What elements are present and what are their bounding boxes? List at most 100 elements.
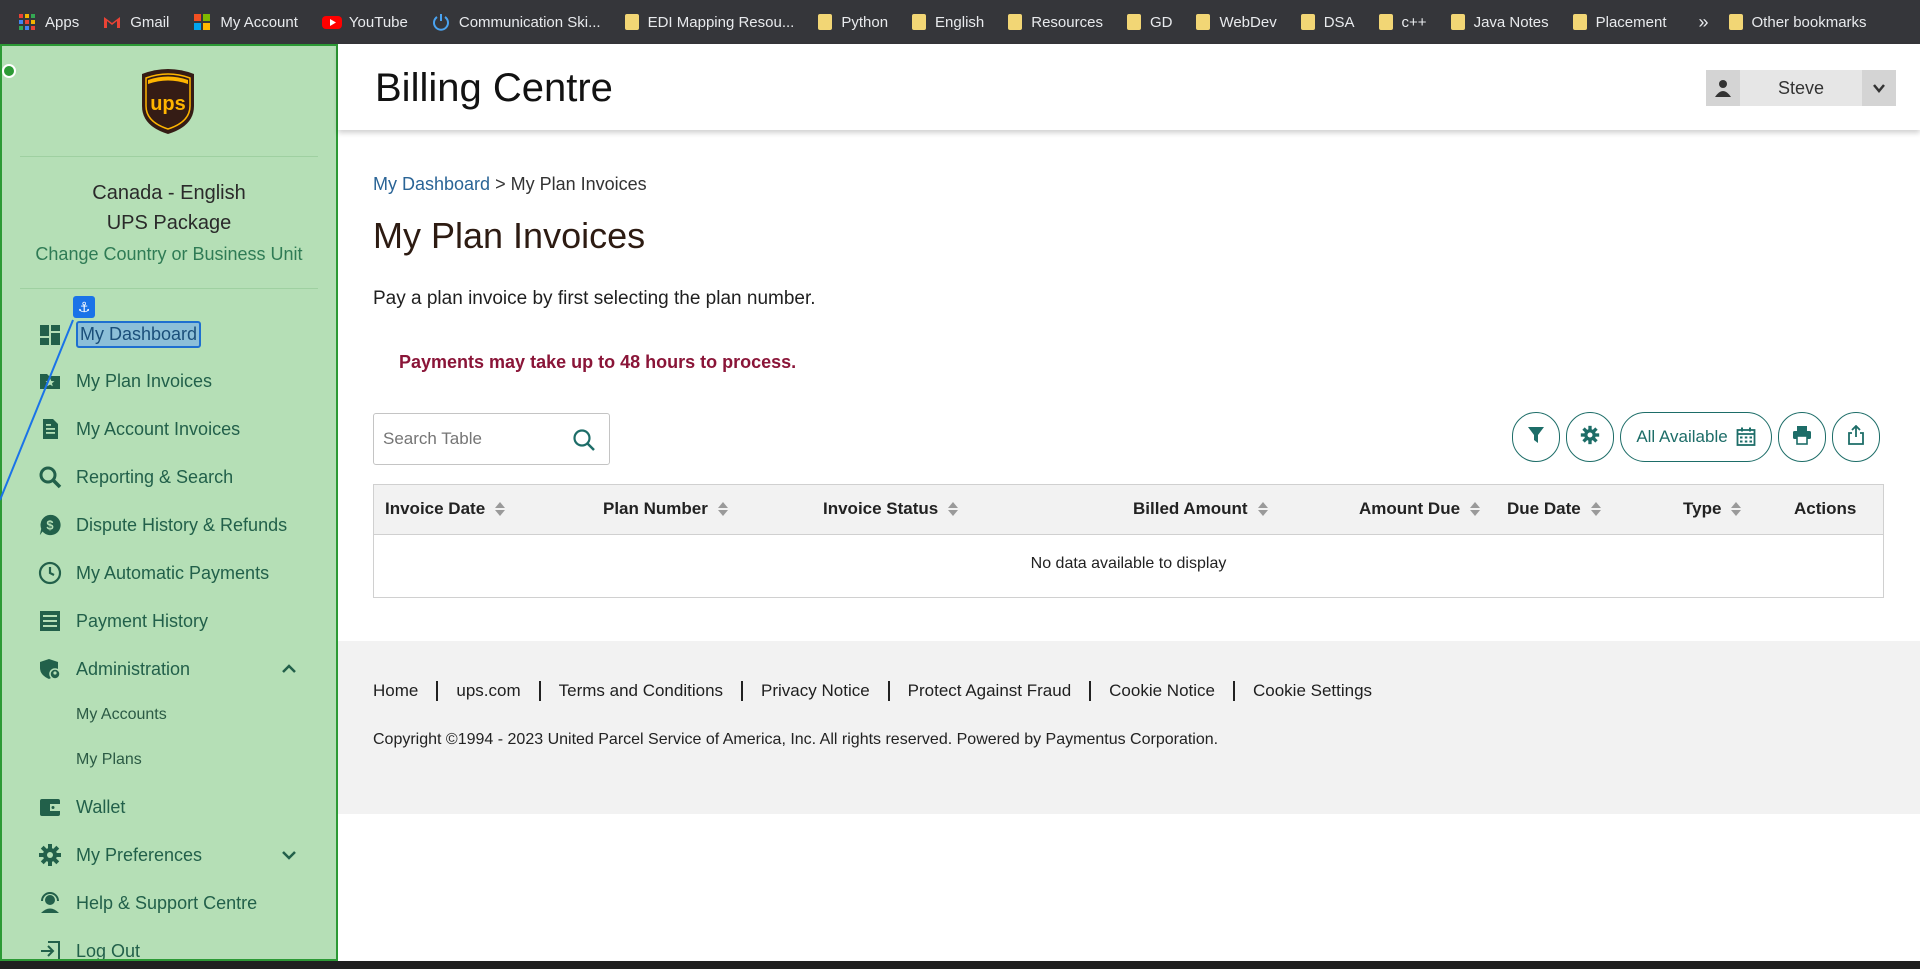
column-label: Due Date [1507,499,1581,518]
bookmark-english[interactable]: English [912,14,984,31]
column-invoice-status[interactable]: Invoice Status [823,499,959,519]
print-icon [1792,425,1812,450]
bookmark-label: EDI Mapping Resou... [647,13,795,31]
chevron-down-icon[interactable] [1862,70,1896,106]
bookmark-edi-mapping[interactable]: EDI Mapping Resou... [624,13,795,31]
bookmark-label: Gmail [130,13,170,31]
column-invoice-date[interactable]: Invoice Date [385,499,506,519]
sidebar-item-label: Dispute History & Refunds [76,514,288,535]
bookmark-label: DSA [1323,13,1355,31]
bookmark-other[interactable]: Other bookmarks [1728,13,1867,31]
taskbar [0,961,1920,969]
sidebar-item-automatic-payments[interactable]: My Automatic Payments [38,561,269,585]
footer-link-privacy[interactable]: Privacy Notice [761,681,870,701]
column-due-date[interactable]: Due Date [1507,499,1601,519]
bookmark-cpp[interactable]: c++ [1378,14,1427,31]
footer-link-cookie-settings[interactable]: Cookie Settings [1253,681,1372,701]
sidebar-item-my-preferences[interactable]: My Preferences [38,843,202,867]
folder-icon [1378,14,1393,30]
column-plan-number[interactable]: Plan Number [603,499,728,519]
bookmark-webdev[interactable]: WebDev [1196,14,1277,31]
bookmark-label: Other bookmarks [1751,13,1867,31]
page-title: My Plan Invoices [373,215,646,256]
microsoft-icon [193,13,211,31]
shield-user-icon [38,657,62,681]
bookmark-dsa[interactable]: DSA [1300,13,1355,31]
footer-link-fraud[interactable]: Protect Against Fraud [908,681,1071,701]
bookmark-gd[interactable]: GD [1126,14,1172,31]
gear-icon [1580,425,1600,450]
bookmark-gmail[interactable]: Gmail [103,13,169,31]
clock-icon [38,561,62,585]
column-billed-amount[interactable]: Billed Amount [1133,499,1268,519]
breadcrumb-link-dashboard[interactable]: My Dashboard [373,174,490,194]
folder-icon [1196,14,1211,30]
share-icon [1846,424,1866,450]
sort-icon [948,501,959,517]
wallet-icon [38,795,62,819]
search-input[interactable] [383,429,563,449]
sidebar-subitem-my-accounts[interactable]: My Accounts [76,706,167,724]
bookmark-java-notes[interactable]: Java Notes [1450,14,1549,31]
bookmark-label: Communication Ski... [458,13,601,31]
bookmark-my-account[interactable]: My Account [193,13,298,31]
search-table-box [373,413,610,465]
date-filter-button[interactable]: All Available [1620,412,1772,462]
svg-text:ups: ups [150,93,186,115]
bookmark-label: English [935,13,985,31]
user-menu[interactable]: Steve [1706,70,1896,106]
filter-button[interactable] [1512,412,1560,462]
bookmark-label: YouTube [348,13,408,31]
footer-link-ups-com[interactable]: ups.com [456,681,520,701]
bookmark-communication[interactable]: Communication Ski... [432,13,601,31]
sort-icon [1590,501,1601,517]
bookmark-label: My Account [220,13,298,31]
filter-icon [1527,425,1545,450]
sidebar-item-administration[interactable]: Administration [38,657,190,681]
page-intro: Pay a plan invoice by first selecting th… [373,288,816,309]
bookmark-placement[interactable]: Placement [1572,14,1667,31]
column-type[interactable]: Type [1683,499,1742,519]
youtube-icon [321,13,342,31]
footer-separator [436,681,439,701]
folder-icon [1450,14,1465,30]
sidebar-item-help-support[interactable]: Help & Support Centre [38,891,257,915]
bookmarks-overflow-button[interactable]: » [1699,12,1709,33]
sidebar-item-label: Payment History [76,610,209,631]
bookmark-youtube[interactable]: YouTube [321,13,408,31]
print-button[interactable] [1778,412,1826,462]
footer-link-terms[interactable]: Terms and Conditions [559,681,723,701]
sidebar-subitem-my-plans[interactable]: My Plans [76,751,142,769]
sort-icon [1470,501,1481,517]
folder-icon [1126,14,1141,30]
page-footer: Home ups.com Terms and Conditions Privac… [338,641,1920,814]
bookmark-python[interactable]: Python [818,14,888,31]
sidebar-item-label: My Preferences [76,844,203,865]
sidebar-item-log-out[interactable]: Log Out [38,939,140,959]
export-button[interactable] [1832,412,1880,462]
chevron-down-icon[interactable] [280,846,298,864]
sort-icon [1257,501,1268,517]
sidebar-item-label: Help & Support Centre [76,892,258,913]
chevron-up-icon[interactable] [280,660,298,678]
calendar-icon [1736,427,1756,447]
footer-link-home[interactable]: Home [373,681,418,701]
folder-icon [1728,14,1743,30]
sidebar-item-wallet[interactable]: Wallet [38,795,125,819]
footer-link-cookie-notice[interactable]: Cookie Notice [1109,681,1215,701]
breadcrumb-separator: > [495,174,506,194]
gmail-icon [103,13,121,31]
bookmark-resources[interactable]: Resources [1008,14,1103,31]
search-icon[interactable] [571,427,597,453]
settings-button[interactable] [1566,412,1614,462]
folder-icon [912,14,927,30]
folder-icon [1008,14,1023,30]
footer-separator [887,681,890,701]
bookmark-label: Resources [1031,13,1103,31]
column-label: Invoice Status [823,499,939,518]
footer-separator [538,681,541,701]
column-amount-due[interactable]: Amount Due [1359,499,1481,519]
app-title: Billing Centre [375,66,613,110]
logout-icon [38,939,62,959]
sidebar-item-payment-history[interactable]: Payment History [38,609,208,633]
